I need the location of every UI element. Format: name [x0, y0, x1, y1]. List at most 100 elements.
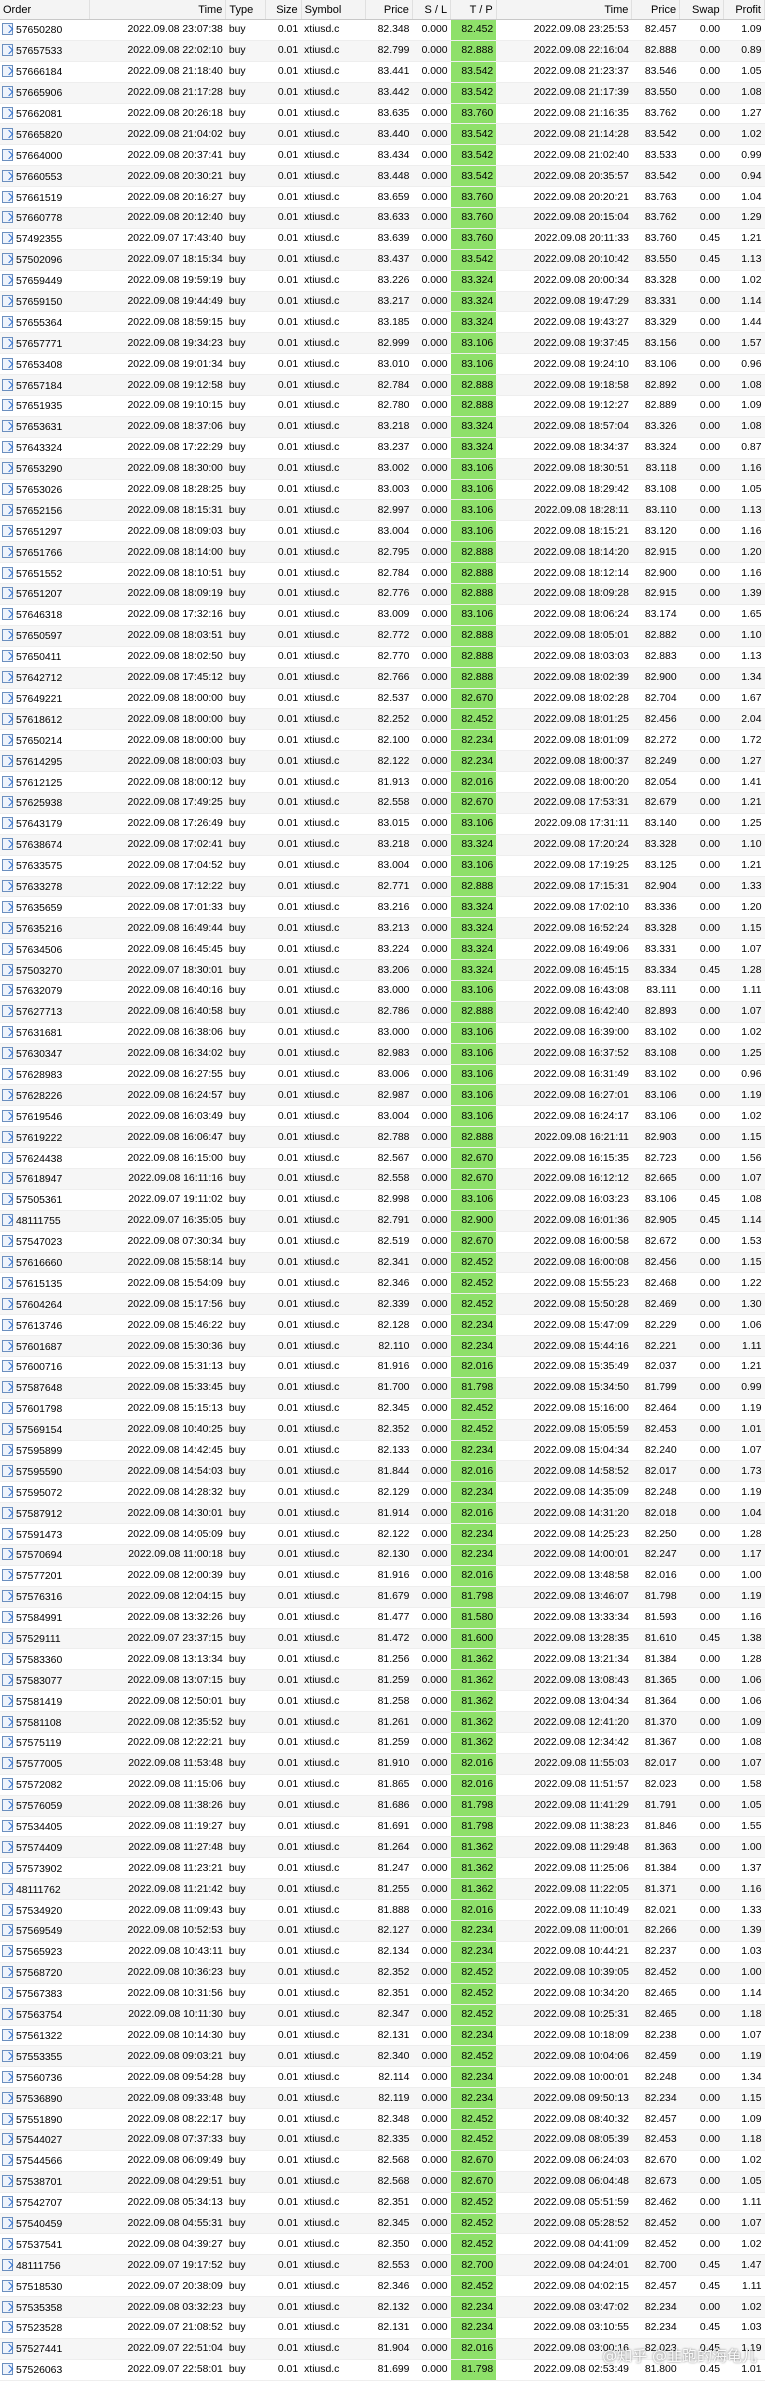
- table-row[interactable]: 57502096 2022.09.07 18:15:34 buy 0.01 xtiusd…: [0, 249, 765, 271]
- table-row[interactable]: 57560736 2022.09.08 09:54:28 buy 0.01 xtiusd…: [0, 2066, 765, 2089]
- table-row[interactable]: 57661519 2022.09.08 20:16:27 buy 0.01 xtiusd…: [0, 186, 765, 209]
- table-row[interactable]: 57604264 2022.09.08 15:17:56 buy 0.01 xtiusd…: [0, 1293, 765, 1316]
- table-row[interactable]: 57544566 2022.09.08 06:09:49 buy 0.01 xtiusd…: [0, 2150, 765, 2172]
- table-row[interactable]: 57561322 2022.09.08 10:14:30 buy 0.01 xtiusd…: [0, 2025, 765, 2047]
- table-row[interactable]: 57577201 2022.09.08 12:00:39 buy 0.01 xtiusd…: [0, 1565, 765, 1587]
- table-row[interactable]: 57563754 2022.09.08 10:11:30 buy 0.01 xtiusd…: [0, 2004, 765, 2026]
- table-row[interactable]: 57581108 2022.09.08 12:35:52 buy 0.01 xtiusd…: [0, 1711, 765, 1734]
- column-header-symbol[interactable]: Symbol: [301, 0, 367, 20]
- table-row[interactable]: 57664000 2022.09.08 20:37:41 buy 0.01 xtiusd…: [0, 144, 765, 167]
- table-row[interactable]: 57660778 2022.09.08 20:12:40 buy 0.01 xtiusd…: [0, 207, 765, 229]
- table-row[interactable]: 57643324 2022.09.08 17:22:29 buy 0.01 xtiusd…: [0, 437, 765, 459]
- table-row[interactable]: 57576059 2022.09.08 11:38:26 buy 0.01 xtiusd…: [0, 1795, 765, 1817]
- table-row[interactable]: 57615135 2022.09.08 15:54:09 buy 0.01 xtiusd…: [0, 1272, 765, 1295]
- table-row[interactable]: 57618947 2022.09.08 16:11:16 buy 0.01 xtiusd…: [0, 1168, 765, 1190]
- table-row[interactable]: 57659449 2022.09.08 19:59:19 buy 0.01 xtiusd…: [0, 270, 765, 292]
- table-row[interactable]: 57587912 2022.09.08 14:30:01 buy 0.01 xtiusd…: [0, 1502, 765, 1525]
- column-header-take-profit[interactable]: T / P: [450, 0, 497, 20]
- table-row[interactable]: 57625938 2022.09.08 17:49:25 buy 0.01 xtiusd…: [0, 792, 765, 814]
- table-row[interactable]: 57570694 2022.09.08 11:00:18 buy 0.01 xtiusd…: [0, 1544, 765, 1566]
- table-row[interactable]: 57492355 2022.09.07 17:43:40 buy 0.01 xtiusd…: [0, 228, 765, 250]
- table-row[interactable]: 57662081 2022.09.08 20:26:18 buy 0.01 xtiusd…: [0, 103, 765, 125]
- table-row[interactable]: 57553355 2022.09.08 09:03:21 buy 0.01 xtiusd…: [0, 2045, 765, 2068]
- table-row[interactable]: 57567383 2022.09.08 10:31:56 buy 0.01 xtiusd…: [0, 1983, 765, 2005]
- table-row[interactable]: 57584991 2022.09.08 13:32:26 buy 0.01 xtiusd…: [0, 1607, 765, 1629]
- table-row[interactable]: 57665820 2022.09.08 21:04:02 buy 0.01 xtiusd…: [0, 123, 765, 146]
- table-row[interactable]: 57651207 2022.09.08 18:09:19 buy 0.01 xtiusd…: [0, 583, 765, 605]
- table-row[interactable]: 57660553 2022.09.08 20:30:21 buy 0.01 xtiusd…: [0, 165, 765, 188]
- table-row[interactable]: 57616660 2022.09.08 15:58:14 buy 0.01 xtiusd…: [0, 1252, 765, 1274]
- table-row[interactable]: 57659150 2022.09.08 19:44:49 buy 0.01 xtiusd…: [0, 291, 765, 313]
- table-row[interactable]: 57583077 2022.09.08 13:07:15 buy 0.01 xtiusd…: [0, 1669, 765, 1692]
- table-row[interactable]: 57534920 2022.09.08 11:09:43 buy 0.01 xtiusd…: [0, 1899, 765, 1922]
- table-row[interactable]: 57638674 2022.09.08 17:02:41 buy 0.01 xtiusd…: [0, 834, 765, 856]
- table-row[interactable]: 57642712 2022.09.08 17:45:12 buy 0.01 xtiusd…: [0, 667, 765, 689]
- table-row[interactable]: 57600716 2022.09.08 15:31:13 buy 0.01 xtiusd…: [0, 1356, 765, 1378]
- table-row[interactable]: 57633575 2022.09.08 17:04:52 buy 0.01 xtiusd…: [0, 855, 765, 877]
- table-row[interactable]: 57666184 2022.09.08 21:18:40 buy 0.01 xtiusd…: [0, 61, 765, 83]
- table-row[interactable]: 57651935 2022.09.08 19:10:15 buy 0.01 xtiusd…: [0, 395, 765, 417]
- table-row[interactable]: 57624438 2022.09.08 16:15:00 buy 0.01 xtiusd…: [0, 1147, 765, 1169]
- column-header-close-time[interactable]: Time: [496, 0, 633, 20]
- table-row[interactable]: 57601798 2022.09.08 15:15:13 buy 0.01 xtiusd…: [0, 1398, 765, 1420]
- table-row[interactable]: 57632079 2022.09.08 16:40:16 buy 0.01 xtiusd…: [0, 980, 765, 1002]
- table-row[interactable]: 57518530 2022.09.07 20:38:09 buy 0.01 xtiusd…: [0, 2275, 765, 2298]
- table-row[interactable]: 57635216 2022.09.08 16:49:44 buy 0.01 xtiusd…: [0, 917, 765, 940]
- table-row[interactable]: 57653631 2022.09.08 18:37:06 buy 0.01 xtiusd…: [0, 416, 765, 438]
- table-row[interactable]: 57542707 2022.09.08 05:34:13 buy 0.01 xtiusd…: [0, 2192, 765, 2214]
- table-row[interactable]: 57655364 2022.09.08 18:59:15 buy 0.01 xtiusd…: [0, 311, 765, 334]
- table-row[interactable]: 57551890 2022.09.08 08:22:17 buy 0.01 xtiusd…: [0, 2108, 765, 2130]
- table-row[interactable]: 57646318 2022.09.08 17:32:16 buy 0.01 xtiusd…: [0, 604, 765, 626]
- table-row[interactable]: 57652156 2022.09.08 18:15:31 buy 0.01 xtiusd…: [0, 499, 765, 522]
- table-row[interactable]: 57657533 2022.09.08 22:02:10 buy 0.01 xtiusd…: [0, 40, 765, 62]
- table-row[interactable]: 57523528 2022.09.07 21:08:52 buy 0.01 xtiusd…: [0, 2317, 765, 2339]
- table-row[interactable]: 57619546 2022.09.08 16:03:49 buy 0.01 xtiusd…: [0, 1105, 765, 1128]
- table-row[interactable]: 57505361 2022.09.07 19:11:02 buy 0.01 xtiusd…: [0, 1189, 765, 1211]
- table-row[interactable]: 57631681 2022.09.08 16:38:06 buy 0.01 xtiusd…: [0, 1022, 765, 1044]
- table-row[interactable]: 57565923 2022.09.08 10:43:11 buy 0.01 xtiusd…: [0, 1941, 765, 1963]
- table-row[interactable]: 57633278 2022.09.08 17:12:22 buy 0.01 xtiusd…: [0, 876, 765, 898]
- table-row[interactable]: 57665906 2022.09.08 21:17:28 buy 0.01 xtiusd…: [0, 82, 765, 104]
- column-header-open-price[interactable]: Price: [365, 0, 413, 20]
- table-row[interactable]: 57650597 2022.09.08 18:03:51 buy 0.01 xtiusd…: [0, 625, 765, 647]
- table-row[interactable]: 57544027 2022.09.08 07:37:33 buy 0.01 xtiusd…: [0, 2129, 765, 2151]
- table-row[interactable]: 57534405 2022.09.08 11:19:27 buy 0.01 xtiusd…: [0, 1816, 765, 1838]
- table-row[interactable]: 57540459 2022.09.08 04:55:31 buy 0.01 xtiusd…: [0, 2213, 765, 2235]
- table-row[interactable]: 57634506 2022.09.08 16:45:45 buy 0.01 xtiusd…: [0, 938, 765, 961]
- table-row[interactable]: 57574409 2022.09.08 11:27:48 buy 0.01 xtiusd…: [0, 1836, 765, 1859]
- table-row[interactable]: 57587648 2022.09.08 15:33:45 buy 0.01 xtiusd…: [0, 1377, 765, 1399]
- table-row[interactable]: 57568720 2022.09.08 10:36:23 buy 0.01 xtiusd…: [0, 1962, 765, 1984]
- table-row[interactable]: 57650214 2022.09.08 18:00:00 buy 0.01 xtiusd…: [0, 729, 765, 752]
- table-row[interactable]: 57612125 2022.09.08 18:00:12 buy 0.01 xtiusd…: [0, 771, 765, 793]
- table-row[interactable]: 57650411 2022.09.08 18:02:50 buy 0.01 xtiusd…: [0, 646, 765, 668]
- table-row[interactable]: 57569549 2022.09.08 10:52:53 buy 0.01 xtiusd…: [0, 1920, 765, 1942]
- table-row[interactable]: 57573902 2022.09.08 11:23:21 buy 0.01 xtiusd…: [0, 1857, 765, 1880]
- table-row[interactable]: 57576316 2022.09.08 12:04:15 buy 0.01 xtiusd…: [0, 1586, 765, 1608]
- table-row[interactable]: 57653408 2022.09.08 19:01:34 buy 0.01 xtiusd…: [0, 353, 765, 376]
- table-row[interactable]: 57651552 2022.09.08 18:10:51 buy 0.01 xtiusd…: [0, 562, 765, 585]
- table-row[interactable]: 57653026 2022.09.08 18:28:25 buy 0.01 xtiusd…: [0, 479, 765, 501]
- table-row[interactable]: 57653290 2022.09.08 18:30:00 buy 0.01 xtiusd…: [0, 458, 765, 480]
- table-row[interactable]: 57537541 2022.09.08 04:39:27 buy 0.01 xtiusd…: [0, 2233, 765, 2256]
- table-row[interactable]: 57630347 2022.09.08 16:34:02 buy 0.01 xtiusd…: [0, 1043, 765, 1065]
- table-row[interactable]: 57595072 2022.09.08 14:28:32 buy 0.01 xtiusd…: [0, 1481, 765, 1504]
- table-row[interactable]: 57536890 2022.09.08 09:33:48 buy 0.01 xtiusd…: [0, 2087, 765, 2110]
- table-row[interactable]: 57635659 2022.09.08 17:01:33 buy 0.01 xtiusd…: [0, 896, 765, 919]
- column-header-close-price[interactable]: Price: [631, 0, 681, 20]
- table-row[interactable]: 48111762 2022.09.08 11:21:42 buy 0.01 xtiusd…: [0, 1878, 765, 1901]
- table-row[interactable]: 57613746 2022.09.08 15:46:22 buy 0.01 xtiusd…: [0, 1314, 765, 1337]
- column-header-type[interactable]: Type: [225, 0, 266, 20]
- table-row[interactable]: 57535358 2022.09.08 03:32:23 buy 0.01 xtiusd…: [0, 2296, 765, 2318]
- column-header-profit[interactable]: Profit: [723, 0, 765, 20]
- table-row[interactable]: 57538701 2022.09.08 04:29:51 buy 0.01 xtiusd…: [0, 2171, 765, 2193]
- table-row[interactable]: 57628983 2022.09.08 16:27:55 buy 0.01 xtiusd…: [0, 1064, 765, 1086]
- table-row[interactable]: 48111756 2022.09.07 19:17:52 buy 0.01 xtiusd…: [0, 2254, 765, 2277]
- table-row[interactable]: 57627713 2022.09.08 16:40:58 buy 0.01 xtiusd…: [0, 1001, 765, 1023]
- table-row[interactable]: 57547023 2022.09.08 07:30:34 buy 0.01 xtiusd…: [0, 1231, 765, 1253]
- table-row[interactable]: 57569154 2022.09.08 10:40:25 buy 0.01 xtiusd…: [0, 1419, 765, 1441]
- table-row[interactable]: 57583360 2022.09.08 13:13:34 buy 0.01 xtiusd…: [0, 1648, 765, 1671]
- table-row[interactable]: 57601687 2022.09.08 15:30:36 buy 0.01 xtiusd…: [0, 1335, 765, 1357]
- column-header-order[interactable]: Order: [0, 0, 90, 20]
- table-row[interactable]: 57651297 2022.09.08 18:09:03 buy 0.01 xtiusd…: [0, 520, 765, 543]
- table-row[interactable]: 57619222 2022.09.08 16:06:47 buy 0.01 xtiusd…: [0, 1126, 765, 1149]
